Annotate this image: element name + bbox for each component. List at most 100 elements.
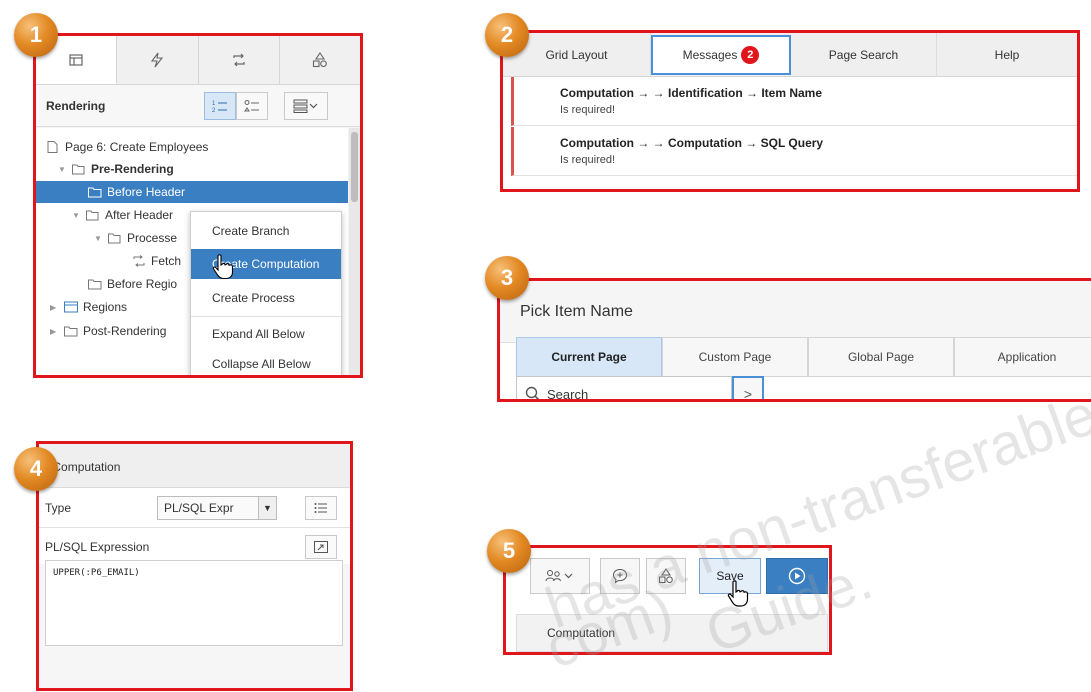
expand-editor-button[interactable] (305, 535, 337, 559)
view-by-processing-order-button[interactable] (236, 92, 268, 120)
expand-triangle-icon[interactable]: ▶ (50, 327, 60, 336)
tree-scrollbar[interactable] (349, 128, 360, 375)
menu-item-create-process[interactable]: Create Process (191, 283, 341, 313)
computation-properties-panel: ▾ Computation Type PL/SQL Expr ▼ PL/SQL … (36, 441, 353, 691)
search-go-button[interactable]: > (732, 376, 764, 399)
page-designer-toolbar: Save (506, 548, 829, 600)
message-path: Computation → → Identification → Item Na… (560, 86, 823, 100)
page-designer-tabbar: Grid Layout Messages 2 Page Search Help (503, 33, 1077, 77)
tree-node-post-rendering[interactable]: ▶ Post-Rendering (50, 320, 166, 342)
dialog-title: Pick Item Name (520, 303, 633, 320)
tree-node-regions[interactable]: ▶ Regions (50, 296, 127, 318)
rendering-tree-panel: Rendering 12 Page 6: Create Employees ▼ … (33, 33, 363, 378)
expand-triangle-icon[interactable]: ▶ (50, 303, 60, 312)
tree-node-page[interactable]: Page 6: Create Employees (46, 136, 208, 158)
tree-node-label: Pre-Rendering (91, 162, 174, 176)
tree-node-before-regions[interactable]: Before Regio (88, 273, 177, 295)
menu-item-expand-all-below[interactable]: Expand All Below (191, 319, 341, 349)
menu-item-create-branch[interactable]: Create Branch (191, 216, 341, 246)
run-page-button[interactable] (766, 558, 828, 594)
type-select[interactable]: PL/SQL Expr ▼ (157, 496, 277, 520)
scrollbar-thumb[interactable] (351, 132, 358, 202)
tree-node-label: Page 6: Create Employees (65, 140, 209, 154)
type-select-value: PL/SQL Expr (164, 501, 234, 515)
process-icon (133, 255, 145, 267)
tab-page-search[interactable]: Page Search (791, 33, 937, 77)
search-input[interactable]: Search (516, 376, 732, 399)
hand-pointer-cursor-icon (727, 580, 749, 607)
tab-dynamic-actions[interactable] (117, 36, 199, 84)
numbered-list-icon: 12 (212, 101, 227, 113)
plsql-expression-editor[interactable]: UPPER(:P6_EMAIL) (45, 560, 343, 646)
menu-divider (191, 316, 341, 317)
menu-item-collapse-all-below[interactable]: Collapse All Below (191, 349, 341, 375)
comments-button[interactable] (600, 558, 640, 594)
message-item[interactable]: Computation → → Identification → Item Na… (511, 77, 1077, 126)
collapse-triangle-icon[interactable]: ▼ (72, 211, 82, 220)
regions-icon (64, 301, 78, 313)
lightning-icon (151, 52, 164, 68)
dialog-tabbar: Current Page Custom Page Global Page App… (500, 337, 1091, 377)
step-badge-2: 2 (485, 13, 529, 57)
tab-current-page[interactable]: Current Page (516, 337, 662, 377)
tab-label: Messages (682, 48, 738, 62)
folder-open-icon (72, 164, 85, 175)
rendering-label: Rendering (46, 99, 106, 113)
tree-node-processes[interactable]: ▼ Processe (94, 227, 177, 249)
tab-custom-page[interactable]: Custom Page (662, 337, 808, 377)
folder-open-icon (86, 210, 99, 221)
tab-messages[interactable]: Messages 2 (651, 35, 791, 75)
save-toolbar-panel: Save Computation (503, 545, 832, 655)
rendering-toolbar: Rendering 12 (36, 85, 360, 127)
svg-text:1: 1 (212, 101, 216, 107)
step-badge-3: 3 (485, 256, 529, 300)
tree-node-label: After Header (105, 208, 174, 222)
step-badge-4: 4 (14, 447, 58, 491)
message-count-badge: 2 (741, 46, 760, 64)
chevron-down-icon: ▼ (258, 497, 276, 519)
folder-icon (64, 326, 78, 337)
tree-node-label: Post-Rendering (83, 324, 167, 338)
type-label: Type (45, 501, 72, 515)
dialog-header: Pick Item Name (500, 281, 1091, 343)
folder-open-icon (108, 233, 121, 244)
message-detail: Is required! (560, 104, 616, 116)
expression-label: PL/SQL Expression (45, 540, 150, 554)
collapse-triangle-icon[interactable]: ▼ (58, 165, 68, 174)
tab-computation[interactable]: Computation (516, 614, 828, 652)
tree-node-after-header[interactable]: ▼ After Header (72, 204, 173, 226)
tab-help[interactable]: Help (937, 33, 1077, 77)
shared-components-button[interactable] (646, 558, 686, 594)
list-icon (314, 503, 327, 513)
hand-pointer-cursor-icon (212, 254, 234, 280)
menu-icon (293, 99, 318, 113)
tree-node-pre-rendering[interactable]: ▼ Pre-Rendering (58, 158, 174, 180)
computation-section-header[interactable]: ▾ Computation (39, 444, 350, 488)
step-badge-5: 5 (487, 529, 531, 573)
messages-panel: Grid Layout Messages 2 Page Search Help … (500, 30, 1080, 192)
tree-context-menu: Create Branch Create Computation Create … (190, 211, 342, 375)
team-users-icon (545, 570, 573, 582)
message-item[interactable]: Computation → → Computation → SQL Query … (511, 127, 1077, 176)
list-of-values-button[interactable] (305, 496, 337, 520)
collapse-triangle-icon[interactable]: ▼ (94, 234, 104, 243)
processing-refresh-icon (233, 53, 245, 67)
tab-global-page[interactable]: Global Page (808, 337, 954, 377)
rendering-tabbar (36, 36, 360, 85)
tab-application[interactable]: Application (954, 337, 1091, 377)
expand-editor-icon (314, 541, 328, 553)
message-detail: Is required! (560, 154, 616, 166)
tree-menu-button[interactable] (284, 92, 328, 120)
shared-components-icon (312, 52, 327, 68)
tab-processing[interactable] (199, 36, 280, 84)
folder-icon (88, 187, 102, 198)
view-by-component-button[interactable]: 12 (204, 92, 236, 120)
folder-icon (88, 279, 102, 290)
message-path: Computation → → Computation → SQL Query (560, 136, 824, 150)
tab-shared-components[interactable] (280, 36, 360, 84)
rendering-tree: Page 6: Create Employees ▼ Pre-Rendering… (36, 128, 348, 375)
tree-node-fetch[interactable]: Fetch (132, 250, 181, 272)
tree-node-before-header[interactable]: Before Header (36, 181, 348, 203)
search-icon (525, 386, 540, 399)
team-dev-menu-button[interactable] (530, 558, 590, 594)
